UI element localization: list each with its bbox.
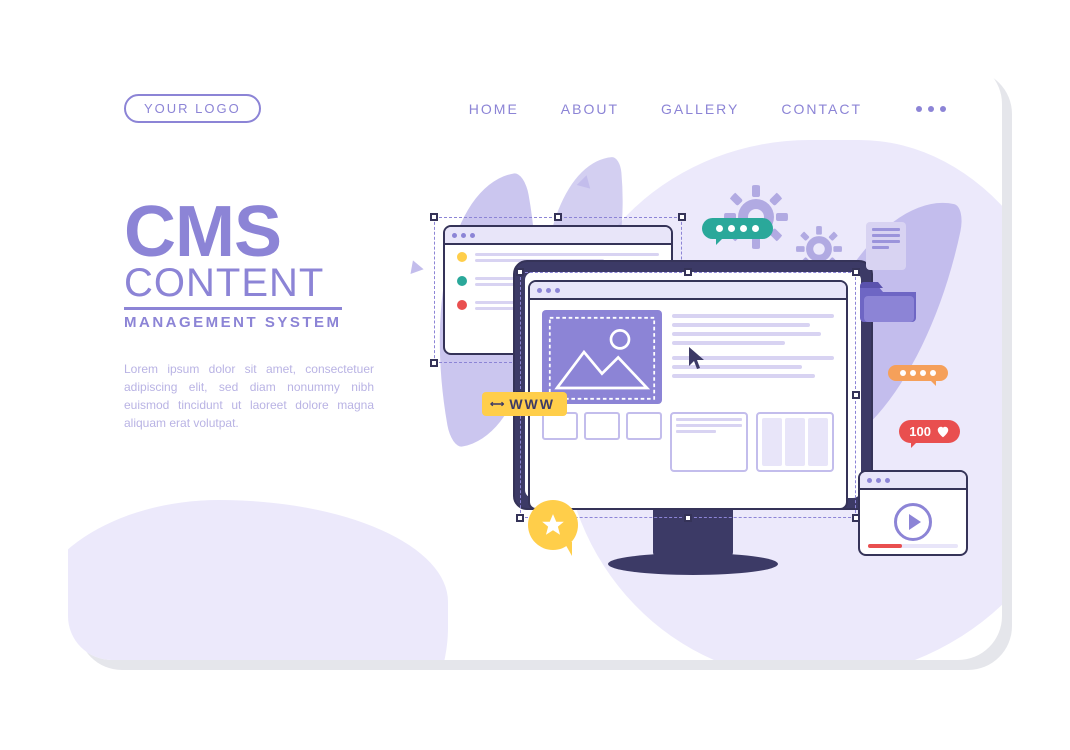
hero-title-mgmt: MANAGEMENT SYSTEM — [124, 307, 342, 331]
browser-window — [528, 280, 848, 510]
window-titlebar — [860, 472, 966, 490]
monitor-stand — [653, 510, 733, 558]
more-menu-icon[interactable] — [916, 106, 946, 112]
main-nav: HOME ABOUT GALLERY CONTACT — [469, 101, 946, 117]
nav-home[interactable]: HOME — [469, 101, 519, 117]
monitor-base — [608, 553, 778, 575]
www-badge: WWW — [482, 392, 567, 416]
video-window — [858, 470, 968, 556]
cursor-icon — [688, 346, 706, 370]
gear-icon — [724, 185, 788, 249]
video-progress — [868, 544, 958, 548]
typing-bubble-icon — [888, 365, 948, 381]
header: YOUR LOGO HOME ABOUT GALLERY CONTACT — [68, 60, 1002, 123]
window-titlebar — [530, 282, 846, 300]
star-bubble-icon — [528, 500, 578, 550]
play-icon — [894, 503, 932, 541]
likes-badge: 100 — [899, 420, 960, 443]
folder-icon — [858, 278, 918, 322]
www-label: WWW — [509, 396, 555, 412]
site-logo[interactable]: YOUR LOGO — [124, 94, 261, 123]
chat-bubble-icon — [702, 218, 773, 239]
landing-card: YOUR LOGO HOME ABOUT GALLERY CONTACT CMS… — [68, 60, 1002, 660]
bg-blob-bottom — [68, 500, 448, 660]
nav-contact[interactable]: CONTACT — [781, 101, 862, 117]
document-icon — [866, 222, 906, 270]
image-placeholder-icon — [542, 310, 662, 404]
hero-body-copy: Lorem ipsum dolor sit amet, consectetuer… — [124, 360, 374, 432]
nav-about[interactable]: ABOUT — [561, 101, 619, 117]
heart-icon — [936, 425, 950, 439]
likes-count: 100 — [909, 424, 931, 439]
hero-illustration: WWW 100 — [398, 170, 978, 640]
hero-text-block: CMS CONTENT MANAGEMENT SYSTEM Lorem ipsu… — [124, 200, 414, 432]
hero-title-cms: CMS — [124, 200, 414, 265]
nav-gallery[interactable]: GALLERY — [661, 101, 739, 117]
window-titlebar — [445, 227, 671, 245]
hero-title-content: CONTENT — [124, 263, 414, 303]
